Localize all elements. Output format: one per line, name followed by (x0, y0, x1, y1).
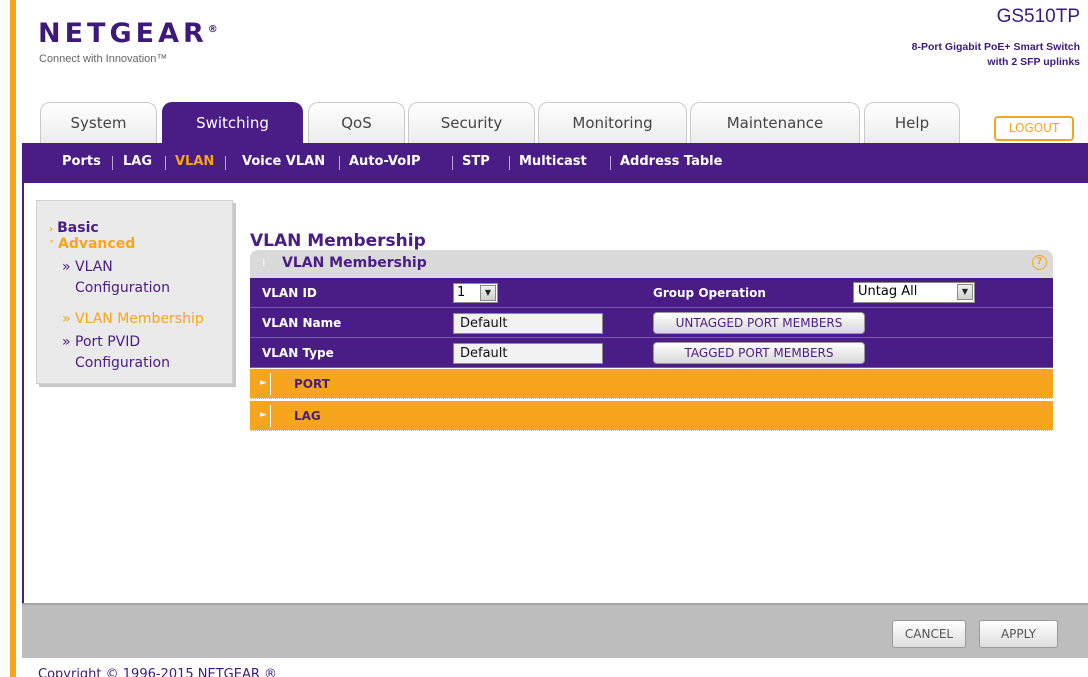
panel-title: VLAN Membership (282, 255, 427, 271)
panel-header: ⁞ VLAN Membership ? (250, 250, 1053, 278)
sidebar-advanced[interactable]: ˅ Advanced (49, 236, 135, 252)
tab-monitoring[interactable]: Monitoring (538, 102, 687, 143)
vlan-id-select[interactable]: 1 ▼ (453, 283, 498, 303)
subnav-separator (225, 156, 226, 170)
lag-section-label: LAG (294, 409, 321, 423)
chevron-down-icon: ˅ (49, 240, 54, 251)
tab-security[interactable]: Security (408, 102, 535, 143)
port-section-row[interactable]: ► PORT (250, 369, 1053, 399)
group-operation-select[interactable]: Untag All ▼ (853, 282, 975, 303)
tab-help[interactable]: Help (864, 102, 960, 143)
vlan-name-row: VLAN Name Default UNTAGGED PORT MEMBERS (250, 308, 1053, 338)
header: NETGEAR® Connect with Innovation™ GS510T… (22, 0, 1088, 100)
chevron-right-icon: › (49, 224, 54, 235)
subnav-stp[interactable]: STP (462, 143, 490, 183)
subnav-separator (610, 156, 611, 170)
model-desc-line1: 8-Port Gigabit PoE+ Smart Switch (911, 41, 1080, 53)
sidebar: › Basic ˅ Advanced » VLAN Configuration » … (36, 200, 233, 384)
vlan-id-value: 1 (457, 285, 466, 300)
subnav-separator (509, 156, 510, 170)
model-name: GS510TP (996, 6, 1080, 27)
lag-section-row[interactable]: ► LAG (250, 401, 1053, 431)
sidebar-item-label: » VLAN Membership (62, 311, 204, 327)
vlan-type-row: VLAN Type Default TAGGED PORT MEMBERS (250, 338, 1053, 368)
dropdown-arrow-icon: ▼ (957, 284, 973, 300)
tab-system[interactable]: System (40, 102, 157, 143)
vlan-id-label: VLAN ID (262, 286, 317, 300)
sidebar-basic[interactable]: › Basic (49, 220, 99, 236)
sidebar-item-port-pvid-configuration[interactable]: » Port PVID Configuration (62, 332, 170, 374)
tagline: Connect with Innovation™ (39, 53, 168, 65)
registered-mark: ® (207, 24, 222, 35)
subnav-auto-voip[interactable]: Auto-VoIP (349, 143, 421, 183)
tagged-port-members-button[interactable]: TAGGED PORT MEMBERS (653, 342, 865, 364)
untagged-port-members-button[interactable]: UNTAGGED PORT MEMBERS (653, 312, 865, 334)
footer-action-bar: CANCEL APPLY (22, 603, 1088, 658)
subnav-ports[interactable]: Ports (62, 143, 101, 183)
help-icon[interactable]: ? (1032, 255, 1047, 270)
page-title: VLAN Membership (250, 231, 426, 251)
subnav-separator (112, 156, 113, 170)
subnav-separator (452, 156, 453, 170)
subnav-vlan[interactable]: VLAN (175, 143, 214, 183)
vlan-name-label: VLAN Name (262, 316, 342, 330)
vlan-type-field: Default (453, 343, 603, 364)
subnav-separator (339, 156, 340, 170)
tab-qos[interactable]: QoS (308, 102, 405, 143)
orange-stripe (10, 0, 16, 677)
sidebar-item-label: Configuration (75, 280, 170, 296)
vlan-name-field[interactable]: Default (453, 313, 603, 334)
cancel-button[interactable]: CANCEL (892, 620, 966, 648)
section-toggle-box (270, 405, 292, 427)
port-section-label: PORT (294, 377, 330, 391)
vlan-type-label: VLAN Type (262, 346, 334, 360)
subnav-address-table[interactable]: Address Table (620, 143, 722, 183)
tab-maintenance[interactable]: Maintenance (690, 102, 860, 143)
group-operation-label: Group Operation (653, 286, 766, 300)
model-description: 8-Port Gigabit PoE+ Smart Switch with 2 … (912, 40, 1080, 70)
expand-arrow-icon: ► (260, 410, 267, 420)
sub-navigation: Ports LAG VLAN Voice VLAN Auto-VoIP STP … (22, 143, 1088, 183)
group-operation-value: Untag All (858, 284, 918, 299)
sidebar-item-label: » VLAN (62, 259, 113, 275)
sidebar-item-vlan-membership[interactable]: » VLAN Membership (62, 309, 204, 330)
expand-arrow-icon: ► (260, 378, 267, 388)
main-tabs: System Switching QoS Security Monitoring… (22, 102, 1088, 143)
netgear-logo: NETGEAR® (38, 18, 222, 49)
sidebar-item-label: » Port PVID (62, 334, 141, 350)
model-desc-line2: with 2 SFP uplinks (987, 56, 1080, 68)
copyright-text: Copyright © 1996-2015 NETGEAR ® (38, 667, 278, 677)
subnav-lag[interactable]: LAG (123, 143, 152, 183)
dropdown-arrow-icon: ▼ (480, 285, 496, 301)
sidebar-item-label: Configuration (75, 355, 170, 371)
section-toggle-box (270, 373, 292, 395)
logout-button[interactable]: LOGOUT (994, 116, 1074, 141)
left-accent-stripe (0, 0, 22, 677)
sidebar-item-vlan-configuration[interactable]: » VLAN Configuration (62, 257, 170, 299)
grip-icon: ⁞ (262, 256, 266, 269)
subnav-separator (165, 156, 166, 170)
subnav-multicast[interactable]: Multicast (519, 143, 587, 183)
subnav-voice-vlan[interactable]: Voice VLAN (242, 143, 325, 183)
vlan-id-row: VLAN ID 1 ▼ Group Operation Untag All ▼ (250, 278, 1053, 308)
apply-button[interactable]: APPLY (979, 620, 1058, 648)
tab-switching[interactable]: Switching (162, 102, 303, 143)
